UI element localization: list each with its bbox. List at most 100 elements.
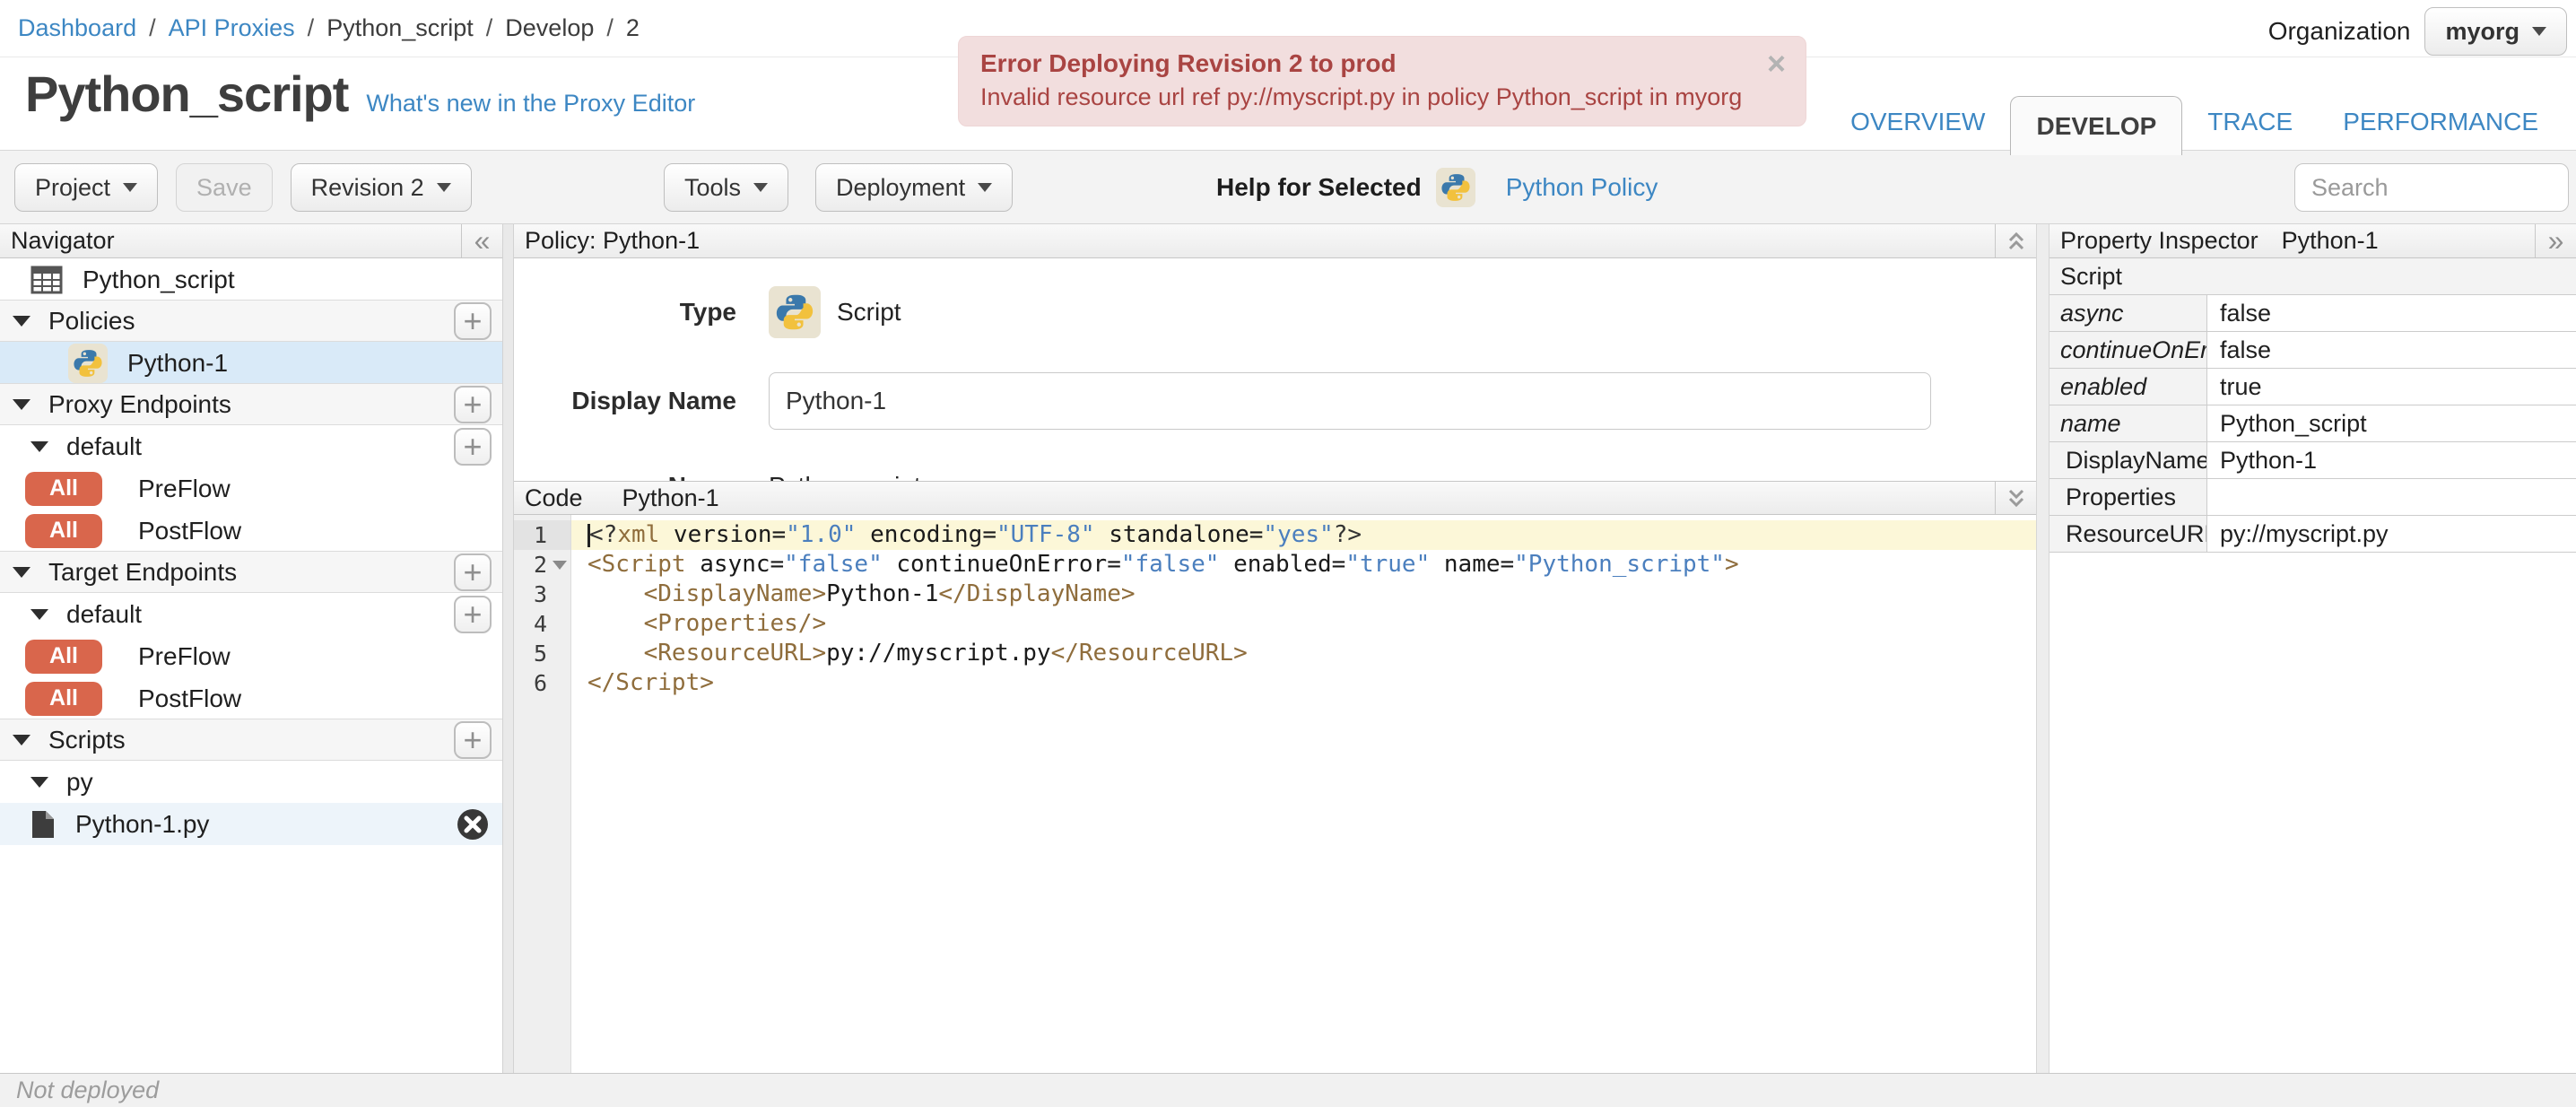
policy-header: Policy: Python-1 bbox=[514, 224, 2036, 258]
editor-panel: Policy: Python-1 Type Script Display Nam… bbox=[514, 224, 2036, 1073]
chevron-down-icon bbox=[978, 183, 993, 192]
code-line[interactable]: <?xml version="1.0" encoding="UTF-8" sta… bbox=[571, 520, 2036, 550]
python-policy-help-link[interactable]: Python Policy bbox=[1506, 173, 1658, 202]
collapse-panel-icon[interactable]: « bbox=[461, 224, 502, 257]
navigator-splitter[interactable] bbox=[502, 224, 514, 1073]
nav-item-default[interactable]: default + bbox=[0, 425, 502, 467]
type-row: Type Script bbox=[514, 285, 2036, 339]
caret-down-icon[interactable] bbox=[13, 566, 30, 578]
fold-caret-icon[interactable] bbox=[553, 560, 567, 570]
inspector-splitter[interactable] bbox=[2036, 224, 2049, 1073]
code-line[interactable]: <DisplayName>Python-1</DisplayName> bbox=[571, 580, 2036, 609]
nav-item-postflow[interactable]: All PostFlow bbox=[0, 510, 502, 552]
organization-dropdown[interactable]: myorg bbox=[2424, 7, 2567, 56]
property-value[interactable]: false bbox=[2207, 332, 2576, 368]
code-line[interactable]: </Script> bbox=[571, 668, 2036, 698]
property-value[interactable]: Python_script bbox=[2207, 405, 2576, 441]
nav-item-default[interactable]: default + bbox=[0, 593, 502, 635]
add-button[interactable]: + bbox=[454, 427, 492, 466]
code-lines[interactable]: <?xml version="1.0" encoding="UTF-8" sta… bbox=[571, 515, 2036, 1073]
caret-down-icon[interactable] bbox=[13, 315, 30, 327]
property-value[interactable]: false bbox=[2207, 295, 2576, 331]
save-button[interactable]: Save bbox=[176, 163, 273, 212]
caret-down-icon[interactable] bbox=[13, 734, 30, 745]
property-value[interactable] bbox=[2207, 479, 2576, 515]
code-line[interactable]: <ResourceURL>py://myscript.py</ResourceU… bbox=[571, 639, 2036, 668]
code-line[interactable]: <Properties/> bbox=[571, 609, 2036, 639]
delete-icon[interactable] bbox=[456, 807, 490, 841]
deployment-menu-button[interactable]: Deployment bbox=[815, 163, 1014, 212]
property-label: ResourceURL bbox=[2049, 516, 2207, 552]
property-value[interactable]: py://myscript.py bbox=[2207, 516, 2576, 552]
property-value[interactable]: Python-1 bbox=[2207, 442, 2576, 478]
chevron-down-icon bbox=[436, 183, 451, 192]
nav-item-preflow[interactable]: All PreFlow bbox=[0, 467, 502, 510]
title-bar: Python_script What's new in the Proxy Ed… bbox=[25, 65, 695, 123]
project-menu-button[interactable]: Project bbox=[14, 163, 159, 212]
python-icon bbox=[68, 343, 108, 383]
property-label: Properties bbox=[2049, 479, 2207, 515]
bundle-icon bbox=[30, 266, 63, 294]
status-bar: Not deployed bbox=[0, 1073, 2576, 1107]
error-title: Error Deploying Revision 2 to prod bbox=[980, 49, 1397, 77]
code-header-label: Code bbox=[525, 484, 583, 511]
page-title: Python_script bbox=[25, 65, 349, 122]
collapse-up-icon[interactable] bbox=[1995, 224, 2036, 257]
nav-item-policies[interactable]: Policies + bbox=[0, 300, 502, 342]
collapse-down-icon[interactable] bbox=[1995, 482, 2036, 514]
whats-new-link[interactable]: What's new in the Proxy Editor bbox=[366, 90, 695, 118]
nav-item-python-script[interactable]: Python_script bbox=[0, 258, 502, 301]
caret-down-icon[interactable] bbox=[30, 608, 48, 620]
tab-overview[interactable]: OVERVIEW bbox=[1825, 98, 2010, 146]
add-button[interactable]: + bbox=[454, 385, 492, 423]
nav-item-scripts[interactable]: Scripts + bbox=[0, 719, 502, 761]
expand-panel-icon[interactable]: » bbox=[2535, 224, 2576, 257]
code-gutter: 123 4 5 6 bbox=[514, 515, 571, 1073]
flow-condition-badge: All bbox=[25, 513, 102, 548]
add-button[interactable]: + bbox=[454, 595, 492, 633]
nav-item-python-1-py[interactable]: Python-1.py bbox=[0, 803, 502, 845]
tools-menu-button[interactable]: Tools bbox=[664, 163, 789, 212]
search-input[interactable] bbox=[2294, 163, 2569, 212]
help-for-selected-group: Help for Selected Python Policy bbox=[1216, 163, 1658, 212]
caret-down-icon[interactable] bbox=[30, 440, 48, 452]
navigator-title: Navigator bbox=[11, 227, 115, 254]
close-icon[interactable]: × bbox=[1767, 48, 1786, 80]
revision-menu-button[interactable]: Revision 2 bbox=[290, 163, 472, 212]
tab-develop[interactable]: DEVELOP bbox=[2010, 96, 2183, 155]
flow-condition-badge: All bbox=[25, 471, 102, 506]
tab-performance[interactable]: PERFORMANCE bbox=[2318, 98, 2563, 146]
display-name-row: Display Name bbox=[514, 371, 2036, 431]
line-number: 6 bbox=[533, 670, 547, 696]
add-button[interactable]: + bbox=[454, 301, 492, 340]
property-table: ScriptasyncfalsecontinueOnErrorfalseenab… bbox=[2049, 258, 2576, 553]
tab-trace[interactable]: TRACE bbox=[2182, 98, 2318, 146]
breadcrumb-dashboard[interactable]: Dashboard bbox=[18, 14, 136, 42]
error-message: Invalid resource url ref py://myscript.p… bbox=[980, 83, 1743, 110]
nav-item-py[interactable]: py bbox=[0, 761, 502, 803]
nav-item-python-1[interactable]: Python-1 bbox=[0, 342, 502, 384]
caret-down-icon[interactable] bbox=[30, 776, 48, 788]
code-editor[interactable]: 123 4 5 6 <?xml version="1.0" encoding="UTF… bbox=[514, 515, 2036, 1073]
line-number: 2 bbox=[514, 550, 570, 580]
nav-item-preflow[interactable]: All PreFlow bbox=[0, 635, 502, 677]
caret-down-icon[interactable] bbox=[13, 398, 30, 410]
code-line[interactable]: <Script async="false" continueOnError="f… bbox=[571, 550, 2036, 580]
property-value[interactable]: true bbox=[2207, 369, 2576, 405]
nav-item-label: PreFlow bbox=[138, 474, 231, 502]
property-label: DisplayName bbox=[2049, 442, 2207, 478]
add-button[interactable]: + bbox=[454, 720, 492, 759]
breadcrumb-proxy-name: Python_script bbox=[326, 14, 474, 41]
nav-item-proxy-endpoints[interactable]: Proxy Endpoints + bbox=[0, 383, 502, 425]
nav-item-postflow[interactable]: All PostFlow bbox=[0, 677, 502, 719]
display-name-input[interactable] bbox=[769, 372, 1931, 430]
type-label: Type bbox=[679, 298, 736, 326]
property-row-resourceurl: ResourceURL py://myscript.py bbox=[2049, 516, 2576, 553]
breadcrumb-api-proxies[interactable]: API Proxies bbox=[169, 14, 295, 42]
flow-condition-badge: All bbox=[25, 681, 102, 716]
organization-selector: Organization myorg bbox=[2268, 7, 2567, 56]
property-inspector-header: Property Inspector Python-1 » bbox=[2049, 224, 2576, 258]
add-button[interactable]: + bbox=[454, 553, 492, 591]
nav-item-target-endpoints[interactable]: Target Endpoints + bbox=[0, 551, 502, 593]
property-row-continueonerror: continueOnErrorfalse bbox=[2049, 332, 2576, 369]
